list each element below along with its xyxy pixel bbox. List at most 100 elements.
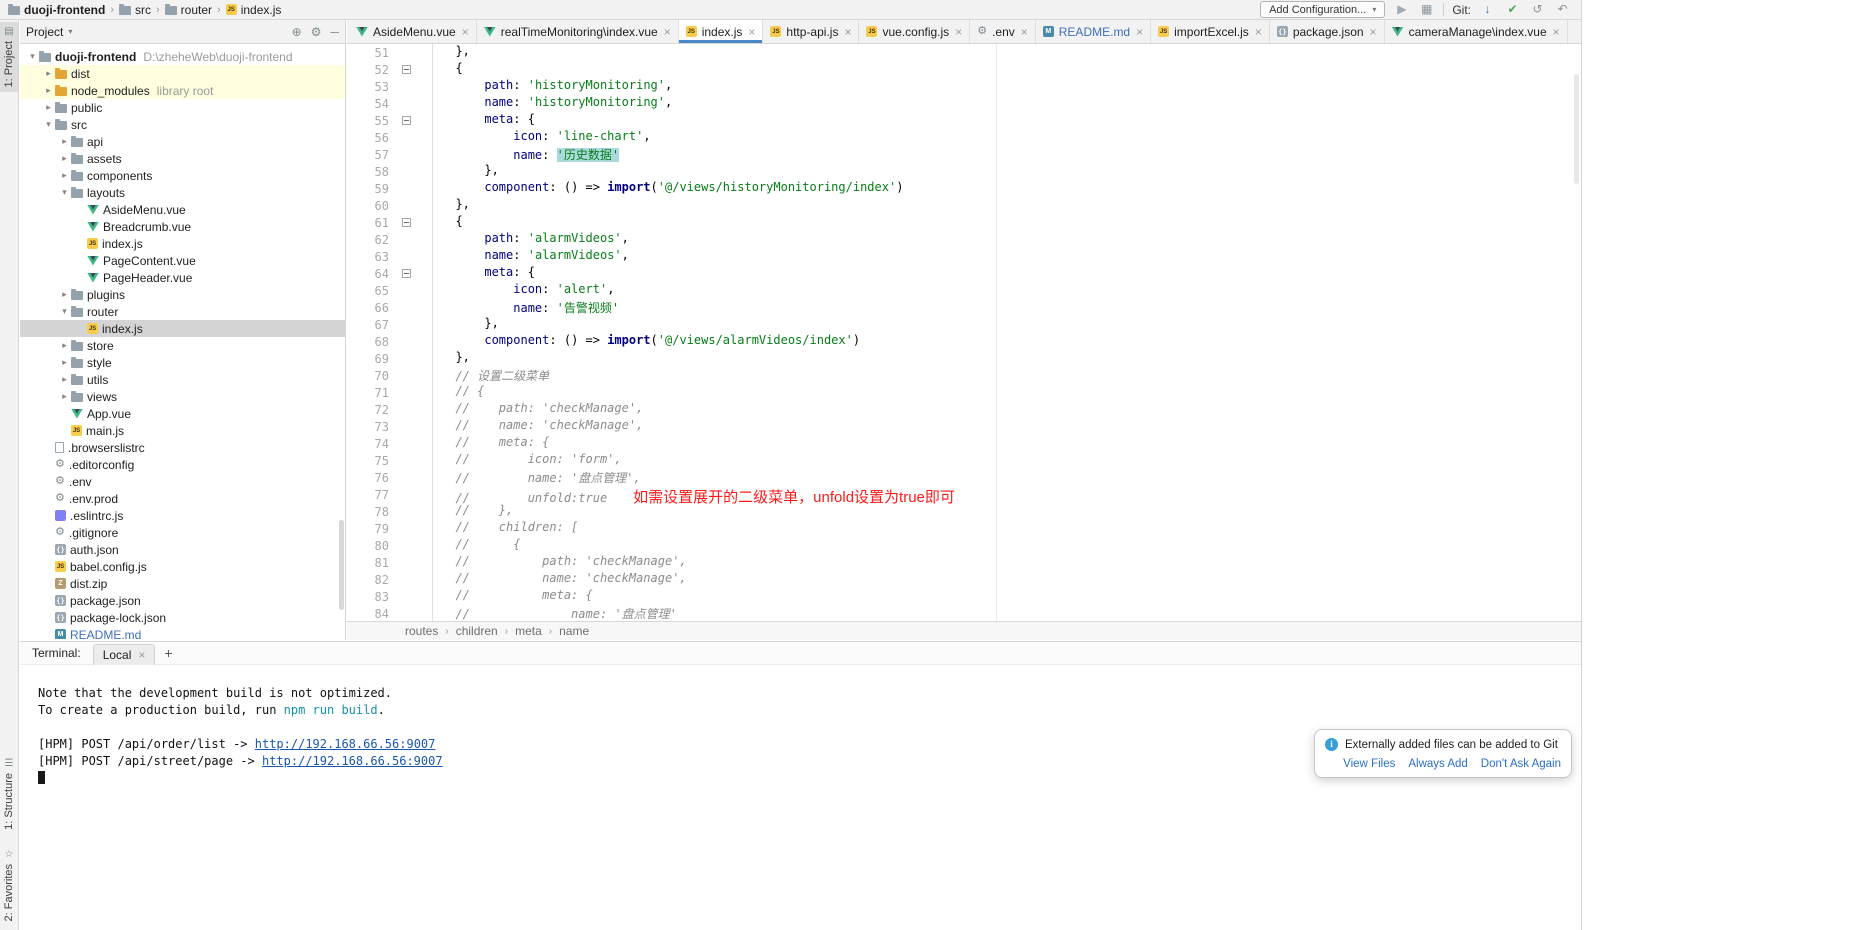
terminal-link[interactable]: http://192.168.66.56:9007: [262, 754, 443, 768]
code-line-65[interactable]: icon: 'alert',: [433, 282, 1581, 299]
code-line-73[interactable]: // name: 'checkManage',: [433, 418, 1581, 435]
close-icon[interactable]: ×: [1136, 25, 1143, 39]
line-number[interactable]: 62: [347, 233, 389, 247]
breadcrumb-node-children[interactable]: children: [456, 624, 498, 638]
tree-item-node-modules[interactable]: ▸node_moduleslibrary root: [20, 82, 345, 99]
chevron-right-icon[interactable]: ▸: [42, 68, 55, 79]
editor-tab-realtimemonitoring-index-vue[interactable]: realTimeMonitoring\index.vue×: [477, 20, 679, 43]
tree-item-package-lock-json[interactable]: package-lock.json: [20, 609, 345, 626]
history-icon[interactable]: ↺: [1529, 1, 1546, 18]
tree-scrollbar-thumb[interactable]: [339, 520, 344, 610]
tree-item-env[interactable]: .env: [20, 473, 345, 490]
fold-minus-icon[interactable]: [402, 218, 411, 227]
chevron-right-icon[interactable]: ▸: [58, 170, 71, 181]
line-number[interactable]: 55: [347, 114, 389, 128]
fold-minus-icon[interactable]: [402, 116, 411, 125]
tree-item-api[interactable]: ▸api: [20, 133, 345, 150]
code-line-84[interactable]: // name: '盘点管理': [433, 605, 1581, 621]
tree-item-assets[interactable]: ▸assets: [20, 150, 345, 167]
breadcrumb-item-src[interactable]: src: [117, 3, 153, 17]
chevron-right-icon[interactable]: ▸: [58, 136, 71, 147]
chevron-down-icon[interactable]: ▾: [26, 51, 39, 62]
chevron-right-icon[interactable]: ▸: [58, 391, 71, 402]
line-number[interactable]: 73: [347, 420, 389, 434]
tree-item-app-vue[interactable]: App.vue: [20, 405, 345, 422]
line-number[interactable]: 53: [347, 80, 389, 94]
code-line-67[interactable]: },: [433, 316, 1581, 333]
editor-tab-env[interactable]: .env×: [970, 20, 1036, 43]
close-icon[interactable]: ×: [1255, 25, 1262, 39]
code-line-62[interactable]: path: 'alarmVideos',: [433, 231, 1581, 248]
line-number[interactable]: 64: [347, 267, 389, 281]
line-number[interactable]: 51: [347, 46, 389, 60]
code-line-51[interactable]: },: [433, 44, 1581, 61]
tree-item-index-js[interactable]: index.js: [20, 320, 345, 337]
line-number[interactable]: 75: [347, 454, 389, 468]
code-line-57[interactable]: name: '历史数据': [433, 146, 1581, 163]
line-number[interactable]: 84: [347, 607, 389, 621]
tree-item-eslintrc-js[interactable]: .eslintrc.js: [20, 507, 345, 524]
hide-panel-icon[interactable]: ─: [330, 25, 339, 39]
line-number[interactable]: 76: [347, 471, 389, 485]
code-line-59[interactable]: component: () => import('@/views/history…: [433, 180, 1581, 197]
fold-region[interactable]: [389, 218, 423, 227]
fold-region[interactable]: [389, 269, 423, 278]
tree-item-style[interactable]: ▸style: [20, 354, 345, 371]
line-number[interactable]: 71: [347, 386, 389, 400]
code-line-79[interactable]: // children: [: [433, 520, 1581, 537]
editor-tab-cameramanage-index-vue[interactable]: cameraManage\index.vue×: [1385, 20, 1568, 43]
breadcrumb-node-meta[interactable]: meta: [515, 624, 542, 638]
tree-item-store[interactable]: ▸store: [20, 337, 345, 354]
breadcrumb-item-index-js[interactable]: index.js: [224, 3, 284, 17]
git-commit-icon[interactable]: ✔: [1504, 1, 1521, 18]
tree-item-auth-json[interactable]: auth.json: [20, 541, 345, 558]
line-number[interactable]: 77: [347, 488, 389, 502]
tree-item-breadcrumb-vue[interactable]: Breadcrumb.vue: [20, 218, 345, 235]
chevron-right-icon[interactable]: ▸: [58, 340, 71, 351]
code-line-71[interactable]: // {: [433, 384, 1581, 401]
code-line-68[interactable]: component: () => import('@/views/alarmVi…: [433, 333, 1581, 350]
tool-button-structure[interactable]: ☰ 1: Structure: [0, 754, 18, 835]
close-icon[interactable]: ×: [138, 648, 145, 662]
chevron-down-icon[interactable]: ▾: [42, 119, 55, 130]
line-number[interactable]: 61: [347, 216, 389, 230]
tree-item-duoji-frontend[interactable]: ▾duoji-frontendD:\zheheWeb\duoji-fronten…: [20, 48, 345, 65]
code-line-60[interactable]: },: [433, 197, 1581, 214]
code-line-63[interactable]: name: 'alarmVideos',: [433, 248, 1581, 265]
line-number[interactable]: 60: [347, 199, 389, 213]
line-number[interactable]: 74: [347, 437, 389, 451]
tree-item-package-json[interactable]: package.json: [20, 592, 345, 609]
code-line-72[interactable]: // path: 'checkManage',: [433, 401, 1581, 418]
tree-item-index-js[interactable]: index.js: [20, 235, 345, 252]
line-number[interactable]: 69: [347, 352, 389, 366]
code-line-58[interactable]: },: [433, 163, 1581, 180]
notification-action-always-add[interactable]: Always Add: [1408, 758, 1467, 770]
breadcrumb-node-routes[interactable]: routes: [405, 624, 438, 638]
code-line-74[interactable]: // meta: {: [433, 435, 1581, 452]
terminal-link[interactable]: http://192.168.66.56:9007: [255, 737, 436, 751]
editor-tab-importexcel-js[interactable]: importExcel.js×: [1151, 20, 1270, 43]
new-terminal-tab-button[interactable]: +: [164, 645, 172, 661]
line-number[interactable]: 66: [347, 301, 389, 315]
terminal-tab-local[interactable]: Local ×: [93, 644, 156, 665]
line-number[interactable]: 58: [347, 165, 389, 179]
editor-tab-vue-config-js[interactable]: vue.config.js×: [859, 20, 970, 43]
editor-tab-http-api-js[interactable]: http-api.js×: [763, 20, 859, 43]
code-line-61[interactable]: {: [433, 214, 1581, 231]
tree-item-main-js[interactable]: main.js: [20, 422, 345, 439]
tree-item-browserslistrc[interactable]: .browserslistrc: [20, 439, 345, 456]
tree-item-dist[interactable]: ▸dist: [20, 65, 345, 82]
breadcrumb-item-router[interactable]: router: [163, 3, 214, 17]
grid-icon[interactable]: ▦: [1418, 1, 1435, 18]
line-number[interactable]: 54: [347, 97, 389, 111]
code-line-76[interactable]: // name: '盘点管理',: [433, 469, 1581, 486]
editor-tab-asidemenu-vue[interactable]: AsideMenu.vue×: [349, 20, 477, 43]
editor-tab-index-js[interactable]: index.js×: [679, 20, 764, 43]
tree-item-components[interactable]: ▸components: [20, 167, 345, 184]
tree-item-dist-zip[interactable]: dist.zip: [20, 575, 345, 592]
chevron-down-icon[interactable]: ▾: [58, 306, 71, 317]
breadcrumb-node-name[interactable]: name: [559, 624, 589, 638]
close-icon[interactable]: ×: [1370, 25, 1377, 39]
editor-tab-readme-md[interactable]: README.md×: [1036, 20, 1151, 43]
locate-file-icon[interactable]: ⊕: [292, 25, 302, 39]
